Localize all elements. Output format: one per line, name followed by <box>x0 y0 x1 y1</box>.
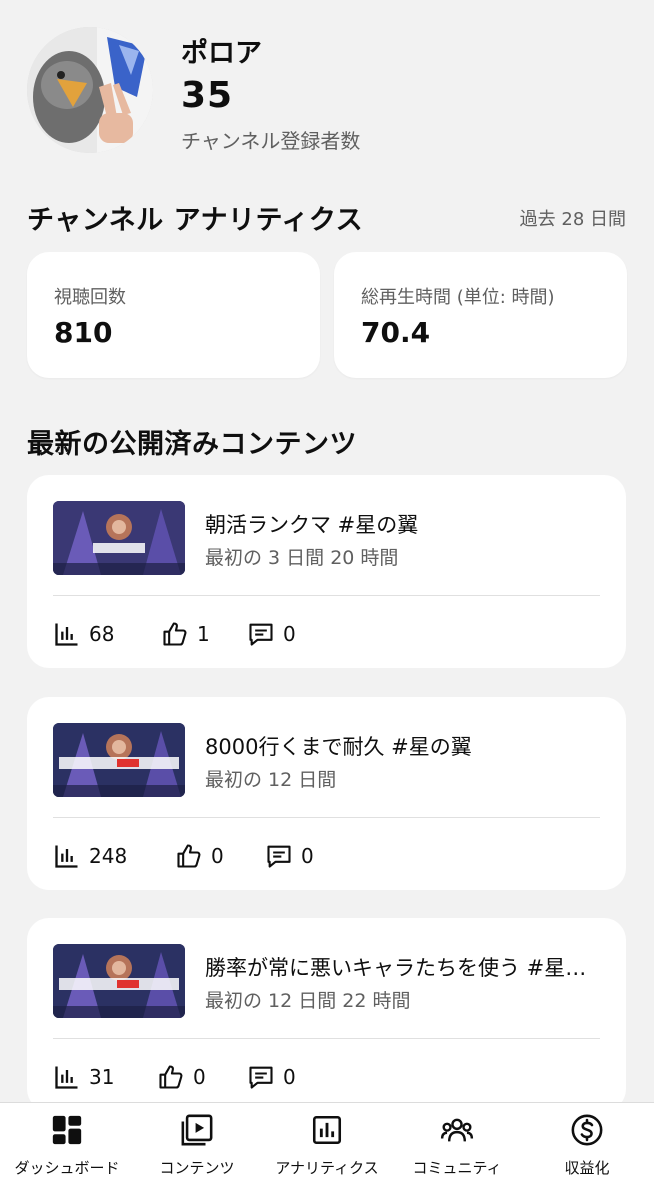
video-title[interactable]: 8000行くまで耐久 #星の翼 <box>205 731 601 761</box>
bottom-nav: ダッシュボード コンテンツ アナリティクス コミュニティ 収益化 <box>0 1102 654 1200</box>
views-metric: 248 <box>53 842 127 870</box>
nav-label: アナリティクス <box>275 1159 379 1177</box>
content-icon <box>181 1114 213 1146</box>
nav-analytics[interactable]: アナリティクス <box>262 1103 392 1200</box>
thumbs-up-icon <box>159 1065 183 1089</box>
analytics-period: 過去 28 日間 <box>519 209 626 230</box>
views-count: 248 <box>89 844 128 868</box>
nav-label: コンテンツ <box>159 1159 235 1177</box>
subscriber-label: チャンネル登録者数 <box>181 129 361 153</box>
studio-dashboard: ポロア 35 チャンネル登録者数 チャンネル アナリティクス 過去 28 日間 … <box>0 0 654 1200</box>
comment-icon <box>249 623 273 646</box>
analytics-icon <box>312 1115 342 1145</box>
channel-header: ポロア 35 チャンネル登録者数 <box>27 27 627 153</box>
views-metric: 68 <box>53 620 114 648</box>
watch-time-value: 70.4 <box>361 316 431 349</box>
thumbnail-image <box>53 944 185 1018</box>
community-icon <box>440 1118 474 1142</box>
likes-count: 0 <box>193 1065 206 1089</box>
video-thumbnail[interactable] <box>53 723 185 797</box>
comment-icon <box>249 1066 273 1089</box>
comments-count: 0 <box>283 1065 296 1089</box>
comments-metric: 0 <box>247 620 296 648</box>
nav-label: コミュニティ <box>412 1159 502 1177</box>
nav-content[interactable]: コンテンツ <box>132 1103 262 1200</box>
video-title[interactable]: 勝率が常に悪いキャラたちを使う #星… <box>205 952 601 982</box>
divider <box>53 817 600 818</box>
nav-label: ダッシュボード <box>14 1159 120 1177</box>
likes-count: 0 <box>211 844 224 868</box>
video-card[interactable]: 8000行くまで耐久 #星の翼 最初の 12 日間 248 0 0 <box>27 697 626 890</box>
comments-metric: 0 <box>247 1063 296 1091</box>
video-thumbnail[interactable] <box>53 944 185 1018</box>
latest-content-title: 最新の公開済みコンテンツ <box>27 429 357 460</box>
channel-name: ポロア <box>181 38 262 69</box>
watch-time-label: 総再生時間 (単位: 時間) <box>361 287 555 308</box>
analytics-title: チャンネル アナリティクス <box>27 205 364 236</box>
views-count: 68 <box>89 622 115 646</box>
divider <box>53 1038 600 1039</box>
video-card[interactable]: 朝活ランクマ #星の翼 最初の 3 日間 20 時間 68 1 0 <box>27 475 626 668</box>
thumbs-up-icon <box>163 622 187 646</box>
nav-label: 収益化 <box>564 1159 610 1177</box>
subscriber-count: 35 <box>181 75 234 116</box>
bar-chart-icon <box>55 1066 78 1089</box>
comments-count: 0 <box>301 844 314 868</box>
bar-chart-icon <box>55 623 78 646</box>
views-metric: 31 <box>53 1063 114 1091</box>
views-count: 31 <box>89 1065 115 1089</box>
comment-icon <box>267 845 291 868</box>
watch-time-card[interactable]: 総再生時間 (単位: 時間) 70.4 <box>334 252 627 378</box>
thumbs-up-icon <box>177 844 201 868</box>
video-thumbnail[interactable] <box>53 501 185 575</box>
avatar-image <box>27 27 153 153</box>
video-card[interactable]: 勝率が常に悪いキャラたちを使う #星… 最初の 12 日間 22 時間 31 0… <box>27 918 626 1111</box>
video-subtitle: 最初の 12 日間 <box>205 769 337 791</box>
likes-count: 1 <box>197 622 210 646</box>
thumbnail-image <box>53 501 185 575</box>
monetization-icon <box>571 1114 603 1146</box>
comments-count: 0 <box>283 622 296 646</box>
likes-metric: 0 <box>157 1063 206 1091</box>
bar-chart-icon <box>55 845 78 868</box>
dashboard-icon <box>52 1115 82 1145</box>
thumbnail-image <box>53 723 185 797</box>
likes-metric: 1 <box>161 620 210 648</box>
comments-metric: 0 <box>265 842 314 870</box>
nav-dashboard[interactable]: ダッシュボード <box>2 1103 132 1200</box>
views-label: 視聴回数 <box>54 287 126 308</box>
likes-metric: 0 <box>175 842 224 870</box>
views-value: 810 <box>54 316 113 349</box>
nav-monetization[interactable]: 収益化 <box>522 1103 652 1200</box>
video-subtitle: 最初の 3 日間 20 時間 <box>205 547 399 569</box>
video-title[interactable]: 朝活ランクマ #星の翼 <box>205 509 601 539</box>
video-subtitle: 最初の 12 日間 22 時間 <box>205 990 411 1012</box>
avatar[interactable] <box>27 27 153 153</box>
views-card[interactable]: 視聴回数 810 <box>27 252 320 378</box>
divider <box>53 595 600 596</box>
nav-community[interactable]: コミュニティ <box>392 1103 522 1200</box>
